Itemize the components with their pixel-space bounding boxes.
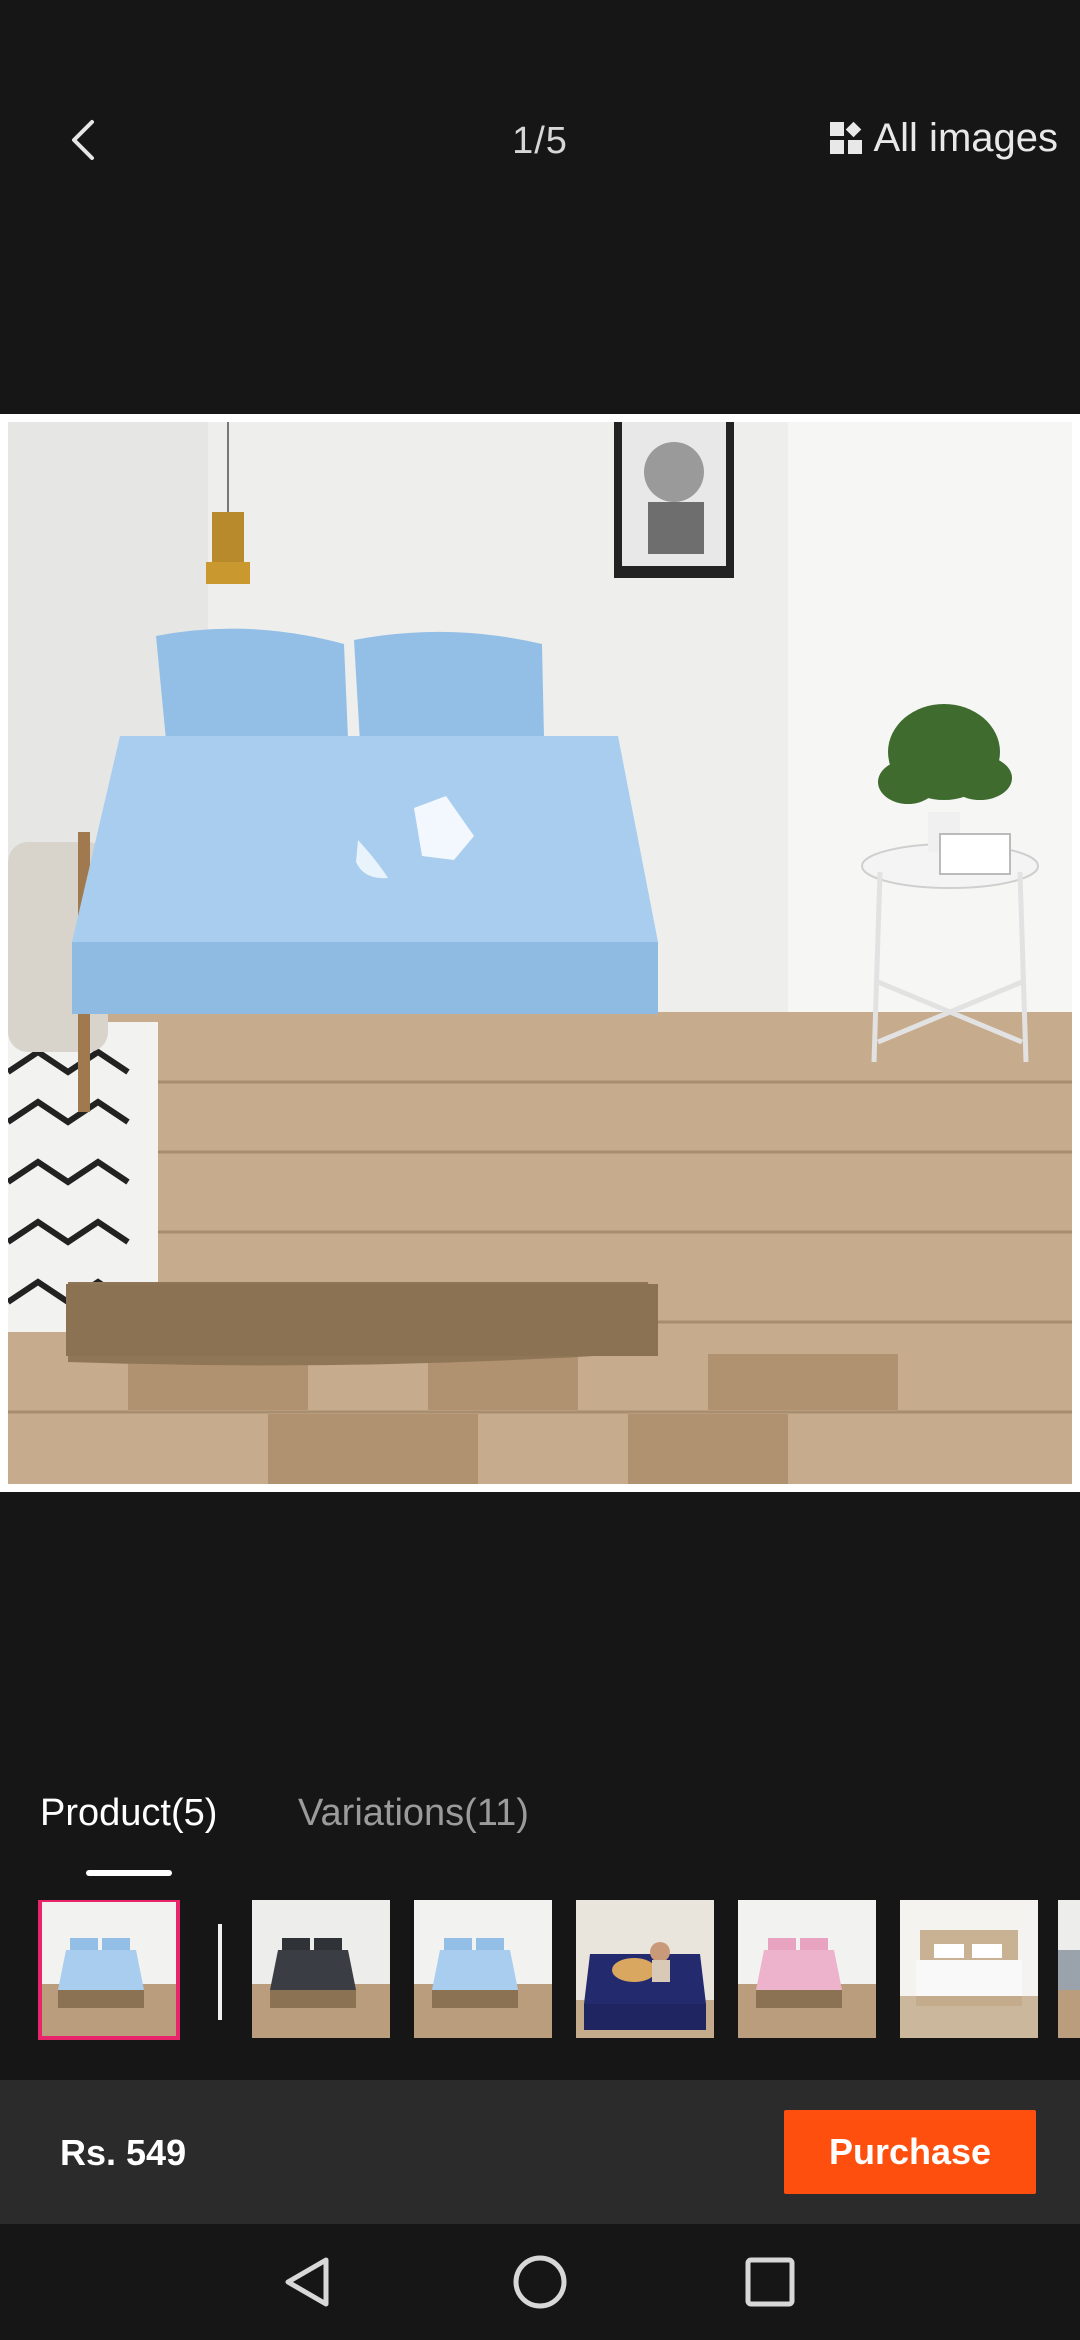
all-images-button[interactable]: All images bbox=[829, 110, 1058, 166]
nav-recents-button[interactable] bbox=[740, 2252, 800, 2312]
thumbnail-image bbox=[900, 1900, 1038, 2038]
active-tab-indicator bbox=[86, 1870, 172, 1876]
image-tabs: Product(5) Variations(11) bbox=[0, 1780, 1080, 1880]
top-bar: 1/5 All images bbox=[0, 0, 1080, 290]
nav-back-button[interactable] bbox=[278, 2252, 338, 2312]
image-viewer-screen: 1/5 All images Product(5) Variations(11)… bbox=[0, 0, 1080, 2340]
tab-product[interactable]: Product(5) bbox=[40, 1792, 217, 1835]
thumbnail-dark-grey-sheet[interactable] bbox=[252, 1900, 390, 2038]
thumbnail-navy-sheet-with-dog[interactable] bbox=[576, 1900, 714, 2038]
bedroom-scene-image bbox=[8, 422, 1072, 1484]
thumbnail-image bbox=[738, 1900, 876, 2038]
purchase-bar: Rs. 549 Purchase bbox=[0, 2080, 1080, 2224]
price-label: Rs. 549 bbox=[60, 2132, 187, 2173]
system-navigation-bar bbox=[0, 2224, 1080, 2340]
thumbnail-divider bbox=[218, 1924, 222, 2020]
nav-home-button[interactable] bbox=[510, 2252, 570, 2312]
tab-variations[interactable]: Variations(11) bbox=[298, 1792, 529, 1835]
thumbnail-strip bbox=[0, 1900, 1080, 2042]
purchase-button[interactable]: Purchase bbox=[784, 2110, 1036, 2194]
main-product-image[interactable] bbox=[0, 414, 1080, 1492]
thumbnail-pink-sheet[interactable] bbox=[738, 1900, 876, 2038]
thumbnail-image bbox=[40, 1900, 178, 2038]
thumbnail-image bbox=[576, 1900, 714, 2038]
thumbnail-light-blue-sheet-2[interactable] bbox=[414, 1900, 552, 2038]
circle-home-icon bbox=[513, 2255, 567, 2309]
triangle-back-icon bbox=[285, 2257, 329, 2307]
all-images-label: All images bbox=[873, 115, 1058, 160]
thumbnail-white-sheet[interactable] bbox=[900, 1900, 1038, 2038]
square-recents-icon bbox=[745, 2257, 795, 2307]
thumbnail-image bbox=[1058, 1900, 1080, 2038]
thumbnail-grey-sheet-partial[interactable] bbox=[1058, 1900, 1080, 2038]
thumbnail-image bbox=[252, 1900, 390, 2038]
thumbnail-image bbox=[414, 1900, 552, 2038]
thumbnail-light-blue-sheet[interactable] bbox=[38, 1900, 180, 2040]
grid-icon bbox=[830, 121, 863, 154]
